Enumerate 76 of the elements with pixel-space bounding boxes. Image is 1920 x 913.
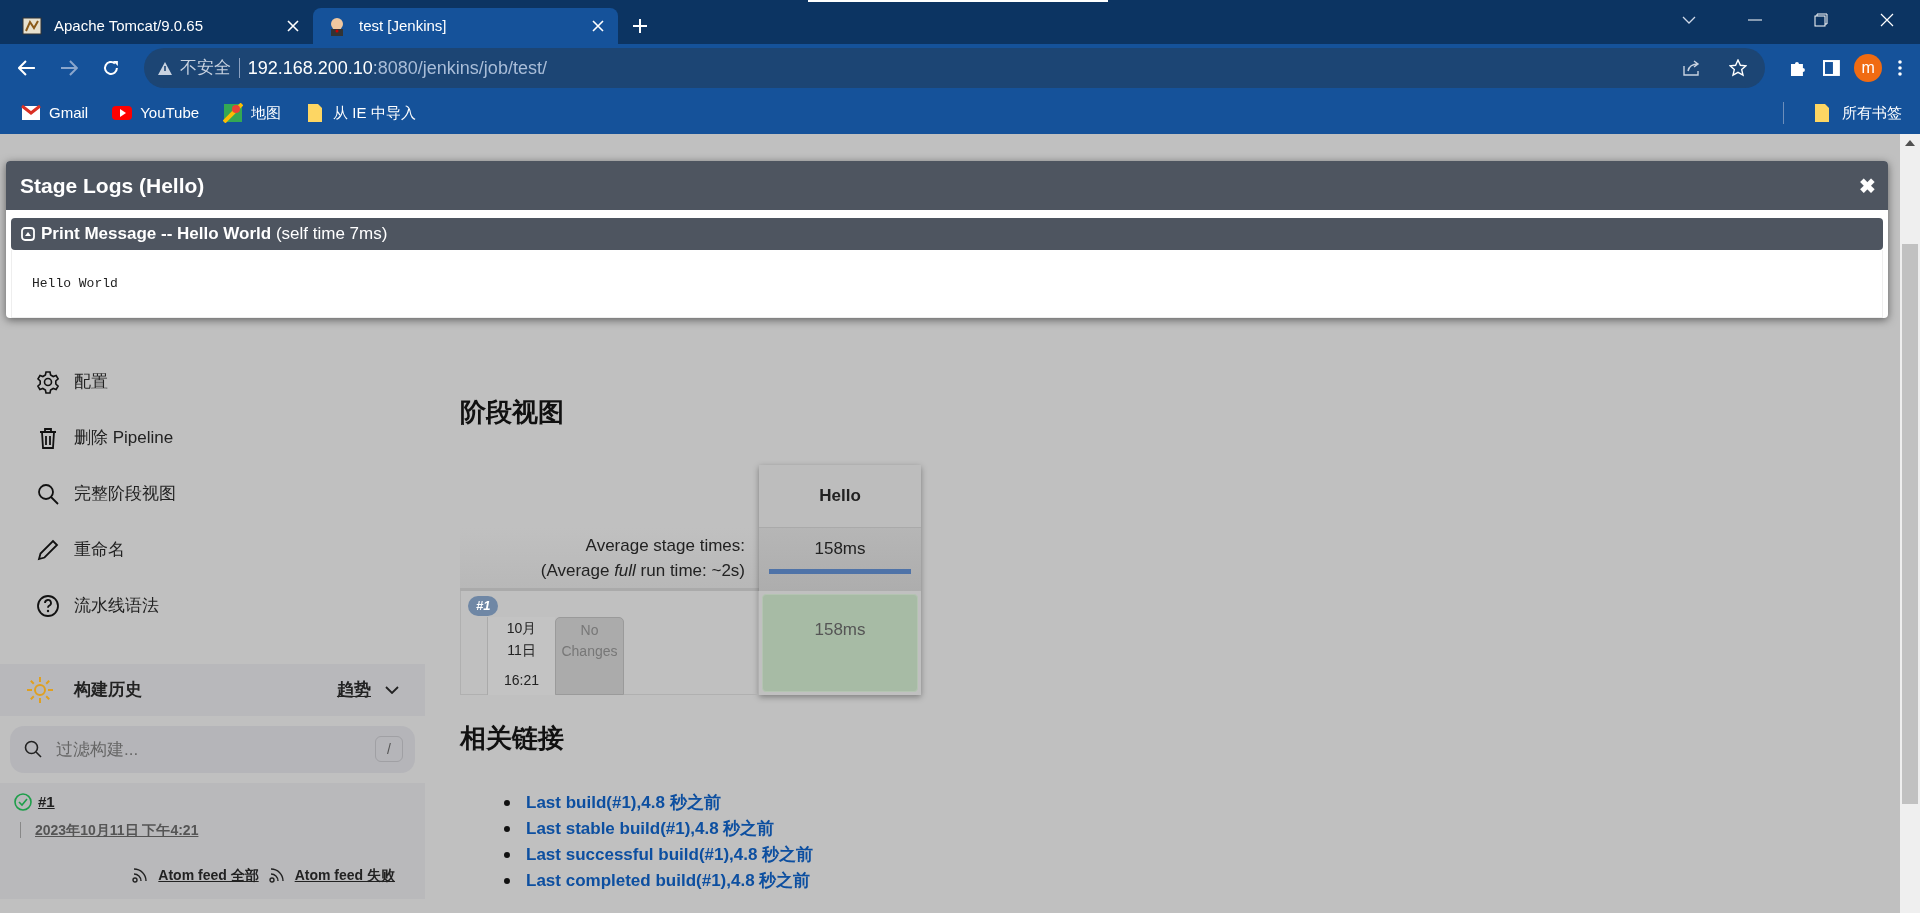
atom-feed-link[interactable]: Atom feed 失败 (294, 864, 395, 886)
bullet (504, 800, 510, 806)
new-tab-plus-icon[interactable] (632, 18, 648, 34)
close-icon[interactable] (1880, 13, 1894, 27)
gear-icon (36, 369, 60, 394)
all-bookmarks[interactable]: 所有书签 (1812, 101, 1902, 125)
star-icon[interactable] (1729, 59, 1748, 77)
sidebar-item[interactable]: 配置 (36, 369, 425, 394)
stage-name: Hello (759, 465, 921, 528)
sidebar-item[interactable]: 完整阶段视图 (36, 481, 425, 506)
atom-feed-link[interactable]: Atom feed 全部 (158, 864, 259, 886)
trend-link[interactable]: 趋势 (337, 677, 371, 703)
section-heading: 阶段视图 (460, 396, 565, 429)
build-badge[interactable]: #1 (468, 596, 499, 616)
map-pin-icon (223, 103, 244, 123)
build-link[interactable]: Last completed build(#1),4.8 秒之前 (526, 868, 811, 894)
restore-icon[interactable] (1814, 13, 1828, 27)
dialog-title: Stage Logs (Hello) (20, 172, 206, 199)
close-icon[interactable] (592, 20, 604, 32)
step-header[interactable]: Print Message -- Hello World (self time 7ms) (11, 218, 1883, 250)
step-title: Print Message -- Hello World (self time 7ms) (41, 223, 388, 246)
bookmark[interactable]: Gmail (20, 101, 90, 125)
bookmark[interactable]: YouTube (111, 101, 201, 125)
close-button[interactable]: ✖ (1859, 170, 1876, 201)
back-arrow-icon[interactable] (18, 60, 36, 76)
stage-average-time: 158ms (814, 538, 866, 560)
side-panel-icon[interactable] (1823, 60, 1841, 76)
scrollbar-thumb[interactable] (1902, 244, 1918, 804)
tab-title: Apache Tomcat/9.0.65 (54, 15, 204, 36)
sun-icon (26, 676, 54, 704)
help-icon (36, 593, 60, 618)
bookmark[interactable]: 地图 (222, 101, 283, 125)
bookmark[interactable]: 从 IE 中导入 (304, 101, 417, 125)
collapse-icon[interactable] (21, 227, 35, 241)
feed-icon (132, 867, 149, 883)
folder-icon (1812, 103, 1832, 123)
chevron-down-icon[interactable] (385, 686, 399, 694)
stage-cell[interactable]: 158ms (762, 594, 918, 692)
build-link[interactable]: Last build(#1),4.8 秒之前 (526, 790, 721, 816)
scrollbar[interactable] (1900, 134, 1920, 913)
keyboard-shortcut-hint: / (375, 736, 403, 762)
build-number-link[interactable]: #1 (38, 791, 55, 814)
sidebar-item[interactable]: 流水线语法 (36, 593, 425, 618)
security-label: 不安全 (179, 57, 231, 80)
url-text: 192.168.200.10:8080/jenkins/job/test/ (247, 56, 548, 80)
section-title: 构建历史 (74, 679, 143, 702)
scroll-up-arrow-icon[interactable] (1905, 140, 1915, 146)
address-bar[interactable]: 不安全 192.168.200.10:8080/jenkins/job/test/ (143, 48, 1766, 88)
build-time-link[interactable]: 2023年10月11日 下午4:21 (35, 819, 199, 841)
bullet (504, 878, 510, 884)
bullet (504, 826, 510, 832)
sidebar-item[interactable]: 重命名 (36, 537, 425, 562)
share-icon[interactable] (1683, 60, 1702, 76)
tab-search-chevron-icon[interactable] (1682, 16, 1696, 24)
mail-icon (21, 103, 41, 123)
reload-icon[interactable] (101, 59, 120, 77)
tab-title: test [Jenkins] (359, 15, 448, 36)
bullet (504, 852, 510, 858)
build-date: 10月 11日 16:21 (487, 617, 555, 695)
search-icon (24, 740, 42, 758)
more-menu-icon[interactable] (1898, 60, 1902, 76)
section-heading: 相关链接 (460, 722, 565, 755)
build-link[interactable]: Last successful build(#1),4.8 秒之前 (526, 842, 814, 868)
puzzle-icon[interactable] (1789, 59, 1808, 77)
play-icon (112, 103, 133, 123)
log-output: Hello World (32, 274, 118, 293)
browser-tab[interactable]: test [Jenkins] (313, 8, 618, 44)
sidebar-item[interactable]: 删除 Pipeline (36, 425, 425, 450)
warning-triangle-icon (157, 61, 172, 75)
close-icon[interactable] (287, 20, 299, 32)
pencil-icon (36, 537, 60, 562)
forward-arrow-icon[interactable] (59, 60, 78, 76)
build-link[interactable]: Last stable build(#1),4.8 秒之前 (526, 816, 775, 842)
browser-tab[interactable]: Apache Tomcat/9.0.65 (8, 8, 313, 44)
search-icon (36, 481, 60, 506)
feed-icon (268, 867, 285, 883)
